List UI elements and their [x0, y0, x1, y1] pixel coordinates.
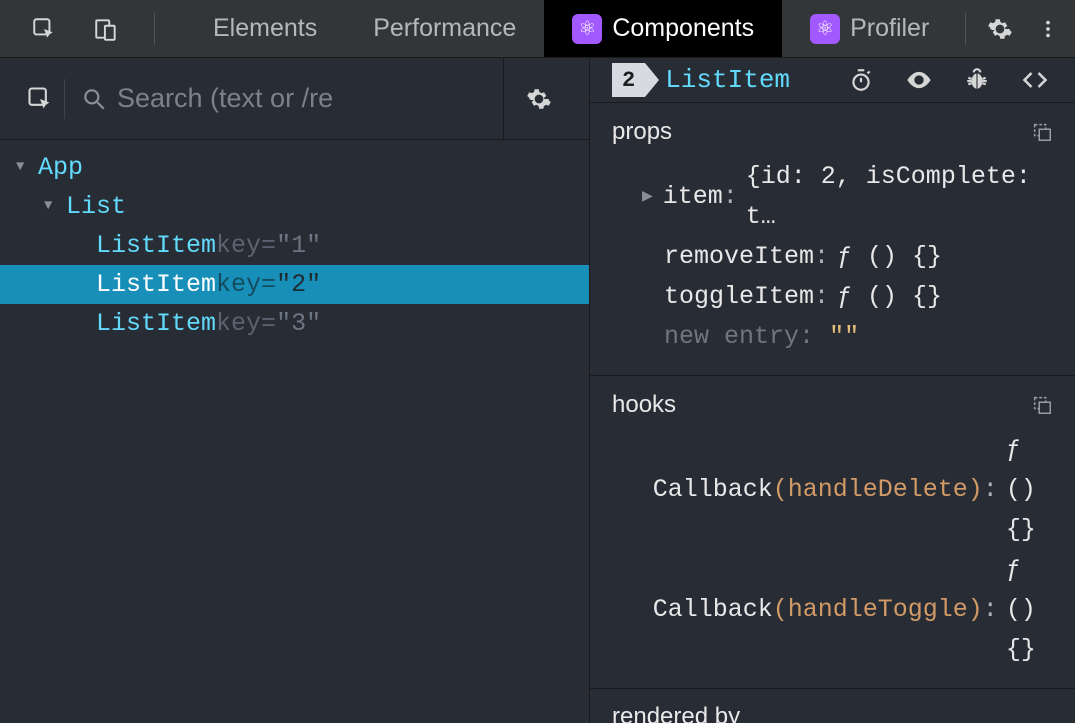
- hooks-list: Callback(handleDelete): ƒ () {}Callback(…: [612, 430, 1057, 670]
- tree-node-app[interactable]: ▼ App: [0, 148, 589, 187]
- prop-row-removeitem[interactable]: removeItem: ƒ () {}: [642, 237, 1057, 277]
- tree-node-key-value: "2": [276, 265, 321, 304]
- tab-elements-label: Elements: [213, 14, 317, 43]
- react-atom-icon: ⚛: [810, 14, 840, 44]
- component-tree: ▼ App ▼ List ListItem key="1"ListItem ke…: [0, 140, 589, 351]
- device-toolbar-icon[interactable]: [84, 7, 128, 51]
- stopwatch-icon[interactable]: [839, 58, 883, 102]
- chevron-down-icon: ▼: [16, 148, 38, 187]
- rendered-by-title: rendered by: [612, 703, 740, 723]
- hooks-section: hooks Callback(handleDelete): ƒ () {}Cal…: [590, 376, 1075, 689]
- tree-node-key-label: key: [216, 304, 261, 343]
- divider: [154, 13, 155, 45]
- prop-key: removeItem: [664, 237, 814, 277]
- tree-settings-gear-icon[interactable]: [503, 58, 573, 139]
- react-atom-icon: ⚛: [572, 14, 602, 44]
- props-list: ▶ item: {id: 2, isComplete: t… removeIte…: [612, 157, 1057, 357]
- hook-row[interactable]: Callback(handleDelete): ƒ () {}: [642, 430, 1057, 550]
- tab-elements[interactable]: Elements: [185, 0, 345, 57]
- tree-node-key-label: key: [216, 265, 261, 304]
- tab-profiler-label: Profiler: [850, 14, 929, 43]
- prop-row-toggleitem[interactable]: toggleItem: ƒ () {}: [642, 277, 1057, 317]
- tabbar-right: [957, 0, 1075, 57]
- prop-key: item: [663, 177, 723, 217]
- prop-value: ƒ () {}: [837, 237, 942, 277]
- tree-search-row: [0, 58, 589, 140]
- more-vert-icon[interactable]: [1026, 7, 1070, 51]
- detail-toolbar: [839, 58, 1057, 102]
- select-element-icon[interactable]: [16, 85, 64, 113]
- tree-node-listitem[interactable]: ListItem key="3": [0, 304, 589, 343]
- prop-value: "": [829, 317, 859, 357]
- prop-value: ƒ () {}: [837, 277, 942, 317]
- tree-node-key-value: "1": [276, 226, 321, 265]
- props-section-title: props: [612, 118, 672, 146]
- prop-key: new entry: [664, 317, 799, 357]
- tab-components[interactable]: ⚛ Components: [544, 0, 782, 57]
- bug-icon[interactable]: [955, 58, 999, 102]
- hooks-section-title: hooks: [612, 391, 676, 419]
- search-input[interactable]: [117, 83, 493, 114]
- copy-props-icon[interactable]: [1027, 117, 1057, 147]
- chevron-right-icon: ▶: [642, 177, 663, 217]
- prop-key: toggleItem: [664, 277, 814, 317]
- tree-node-list[interactable]: ▼ List: [0, 187, 589, 226]
- chevron-down-icon: ▼: [44, 187, 66, 226]
- prop-row-new-entry[interactable]: new entry : "": [642, 317, 1057, 357]
- eye-icon[interactable]: [897, 58, 941, 102]
- tree-node-label: ListItem: [96, 304, 216, 343]
- tabbar-left-icons: [0, 0, 185, 57]
- divider: [64, 79, 65, 119]
- inspect-element-icon[interactable]: [22, 7, 66, 51]
- copy-hooks-icon[interactable]: [1027, 390, 1057, 420]
- detail-component-name: ListItem: [665, 65, 790, 95]
- tree-node-label: List: [66, 187, 126, 226]
- prop-row-item[interactable]: ▶ item: {id: 2, isComplete: t…: [642, 157, 1057, 237]
- tree-node-listitem[interactable]: ListItem key="1": [0, 226, 589, 265]
- render-count-badge: 2: [612, 63, 645, 97]
- divider: [965, 13, 966, 45]
- tab-performance[interactable]: Performance: [345, 0, 544, 57]
- view-source-icon[interactable]: [1013, 58, 1057, 102]
- devtools-tabbar: Elements Performance ⚛ Components ⚛ Prof…: [0, 0, 1075, 58]
- tree-node-listitem[interactable]: ListItem key="2": [0, 265, 589, 304]
- rendered-by-section: rendered by List App react-dom@16.14.0: [590, 689, 1075, 723]
- tree-node-label: App: [38, 148, 83, 187]
- tab-profiler[interactable]: ⚛ Profiler: [782, 0, 957, 57]
- tree-node-label: ListItem: [96, 226, 216, 265]
- tab-performance-label: Performance: [373, 14, 516, 43]
- settings-gear-icon[interactable]: [978, 7, 1022, 51]
- hook-row[interactable]: Callback(handleToggle): ƒ () {}: [642, 550, 1057, 670]
- component-detail-panel: 2 ListItem: [590, 58, 1075, 723]
- component-tree-panel: ▼ App ▼ List ListItem key="1"ListItem ke…: [0, 58, 590, 723]
- main-panels: ▼ App ▼ List ListItem key="1"ListItem ke…: [0, 58, 1075, 723]
- prop-value: {id: 2, isComplete: t…: [746, 157, 1057, 237]
- search-icon: [81, 86, 107, 112]
- tree-node-label: ListItem: [96, 265, 216, 304]
- tree-node-key-value: "3": [276, 304, 321, 343]
- tree-node-key-label: key: [216, 226, 261, 265]
- tab-components-label: Components: [612, 14, 754, 43]
- props-section: props ▶ item: {id: 2, isComplete: t… rem…: [590, 103, 1075, 376]
- detail-header: 2 ListItem: [590, 58, 1075, 103]
